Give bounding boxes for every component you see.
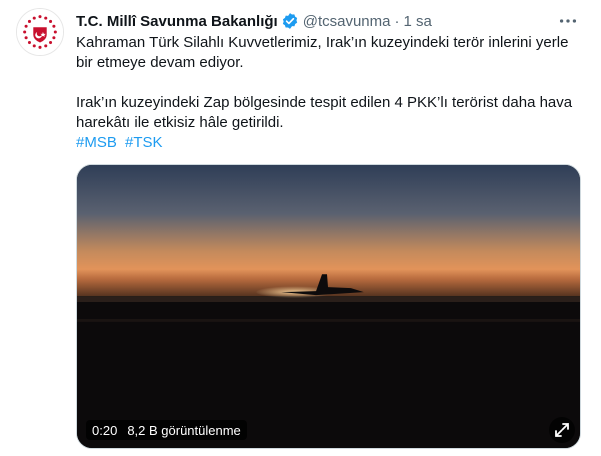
hashtag-msb[interactable]: #MSB	[76, 134, 117, 151]
separator-dot: ·	[394, 12, 400, 30]
tweet-text-line: Kahraman Türk Silahlı Kuvvetlerimiz, Ira…	[76, 34, 569, 51]
profile-avatar[interactable]	[16, 8, 64, 56]
msb-emblem-logo	[17, 9, 63, 55]
tweet-timestamp[interactable]: 1 sa	[403, 13, 431, 30]
video-view-count: 8,2 B görüntülenme	[127, 422, 241, 438]
tweet-text-line: bir etmeye devam ediyor.	[76, 54, 244, 71]
tweet-header: T.C. Millî Savunma Bakanlığı @tcsavunma …	[76, 10, 589, 32]
hashtag-list: #MSB #TSK	[76, 133, 586, 153]
tweet-text: Kahraman Türk Silahlı Kuvvetlerimiz, Ira…	[76, 33, 586, 153]
video-duration: 0:20	[92, 422, 118, 438]
verified-badge-icon	[281, 12, 299, 30]
video-player[interactable]	[76, 164, 581, 449]
tweet-card[interactable]: T.C. Millî Savunma Bakanlığı @tcsavunma …	[0, 0, 601, 456]
video-thumbnail	[77, 165, 580, 448]
tweet-text-line: Irak’ın kuzeyindeki Zap bölgesinde tespi…	[76, 94, 573, 111]
account-handle[interactable]: @tcsavunma	[303, 13, 391, 30]
video-info-badge: 0:20 8,2 B görüntülenme	[86, 420, 247, 440]
tweet-text-line: harekâtı ile etkisiz hâle getirildi.	[76, 114, 284, 131]
account-name[interactable]: T.C. Millî Savunma Bakanlığı	[76, 13, 278, 30]
hashtag-tsk[interactable]: #TSK	[125, 134, 163, 151]
expand-icon[interactable]	[548, 416, 576, 444]
more-options-icon[interactable]	[557, 10, 579, 32]
